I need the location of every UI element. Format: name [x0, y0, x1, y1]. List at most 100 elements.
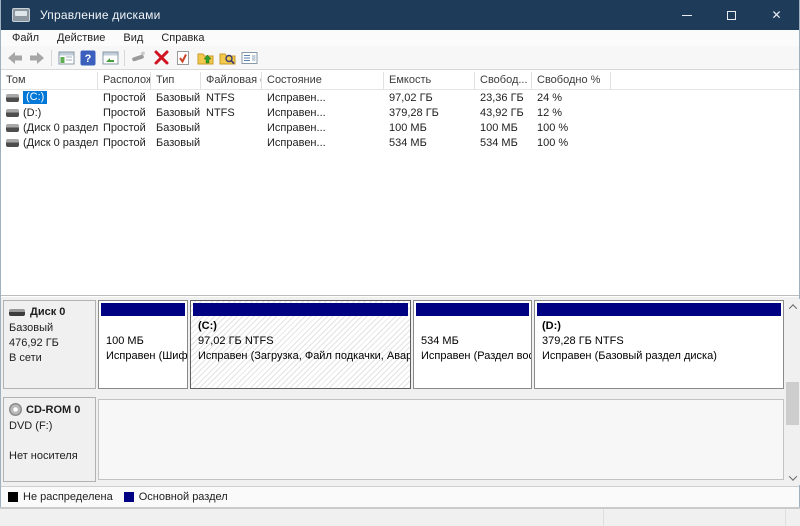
column-header-filesystem[interactable]: Файловая с... [201, 72, 262, 89]
free-pct-cell: 24 % [532, 92, 611, 104]
capacity-cell: 100 МБ [384, 122, 475, 134]
toolbar: ? [1, 46, 799, 70]
task-check-icon [176, 50, 190, 66]
console-window-icon [102, 51, 119, 65]
table-header: Том Располож... Тип Файловая с... Состоя… [1, 72, 799, 90]
disk0-label[interactable]: Диск 0 Базовый 476,92 ГБ В сети [3, 300, 96, 389]
folder-search-button[interactable] [216, 47, 238, 69]
cdrom-label[interactable]: CD-ROM 0 DVD (F:) Нет носителя [3, 397, 96, 482]
status-cell: Исправен... [262, 122, 384, 134]
hdd-icon [6, 124, 19, 132]
partition-size: 100 МБ [106, 334, 185, 349]
partition-efi[interactable]: 100 МБ Исправен (Шиф [98, 300, 188, 389]
svg-text:?: ? [85, 53, 92, 65]
close-button[interactable]: ✕ [754, 0, 799, 30]
column-header-layout[interactable]: Располож... [98, 72, 151, 89]
free-cell: 43,92 ГБ [475, 107, 532, 119]
tool-button[interactable] [128, 47, 150, 69]
delete-volume-button[interactable] [150, 47, 172, 69]
column-header-type[interactable]: Тип [151, 72, 201, 89]
cdrom-media-area[interactable] [98, 399, 784, 480]
partition-c[interactable]: (C:) 97,02 ГБ NTFS Исправен (Загрузка, Ф… [190, 300, 411, 389]
chevron-down-icon [788, 472, 796, 480]
table-row[interactable]: (D:) Простой Базовый NTFS Исправен... 37… [1, 105, 799, 120]
free-cell: 534 МБ [475, 137, 532, 149]
help-button[interactable]: ? [77, 47, 99, 69]
back-icon [6, 51, 24, 65]
maximize-icon [727, 11, 736, 20]
partition-color-bar [101, 303, 185, 316]
folder-up-button[interactable] [194, 47, 216, 69]
column-header-capacity[interactable]: Емкость [384, 72, 475, 89]
cdrom-drive: DVD (F:) [9, 419, 91, 434]
column-header-volume[interactable]: Том [1, 72, 98, 89]
forward-button[interactable] [26, 47, 48, 69]
volume-name: (Диск 0 раздел 1) [23, 122, 98, 134]
volume-cell: (C:) [1, 91, 98, 104]
menu-action[interactable]: Действие [48, 30, 114, 46]
partition-d[interactable]: (D:) 379,28 ГБ NTFS Исправен (Базовый ра… [534, 300, 784, 389]
properties-button[interactable] [238, 47, 260, 69]
table-row[interactable]: (C:) Простой Базовый NTFS Исправен... 97… [1, 90, 799, 105]
filesystem-cell: NTFS [201, 107, 262, 119]
menu-file[interactable]: Файл [3, 30, 48, 46]
console-tree-icon [58, 51, 75, 65]
divider [785, 509, 786, 526]
capacity-cell: 97,02 ГБ [384, 92, 475, 104]
legend-item-primary: Основной раздел [124, 491, 228, 503]
column-header-status[interactable]: Состояние [262, 72, 384, 89]
layout-cell: Простой [98, 122, 151, 134]
partition-recovery[interactable]: 534 МБ Исправен (Раздел вос [413, 300, 532, 389]
disk0-type: Базовый [9, 321, 91, 336]
legend-label: Не распределена [23, 491, 113, 503]
minimize-icon [682, 15, 692, 16]
disk0-partitions: 100 МБ Исправен (Шиф (C:) 97,02 ГБ NTFS … [98, 300, 784, 389]
layout-cell: Простой [98, 137, 151, 149]
task-check-button[interactable] [172, 47, 194, 69]
maximize-button[interactable] [709, 0, 754, 30]
capacity-cell: 534 МБ [384, 137, 475, 149]
volume-cell: (Диск 0 раздел 4) [1, 137, 98, 149]
legend-label: Основной раздел [139, 491, 228, 503]
partition-title [421, 319, 529, 334]
filesystem-cell: NTFS [201, 92, 262, 104]
status-cell: Исправен... [262, 107, 384, 119]
partition-title [106, 319, 185, 334]
partition-size: 534 МБ [421, 334, 529, 349]
tool-icon [130, 51, 148, 65]
type-cell: Базовый [151, 107, 201, 119]
free-cell: 100 МБ [475, 122, 532, 134]
back-button[interactable] [4, 47, 26, 69]
menu-view[interactable]: Вид [114, 30, 152, 46]
console-tree-button[interactable] [55, 47, 77, 69]
partition-color-bar [537, 303, 781, 316]
folder-search-icon [219, 50, 236, 65]
hdd-icon [6, 139, 19, 147]
disk0-size: 476,92 ГБ [9, 336, 91, 351]
primary-partition-swatch [124, 492, 134, 502]
divider [603, 509, 604, 526]
partition-status: Исправен (Базовый раздел диска) [542, 349, 781, 364]
console-window-button[interactable] [99, 47, 121, 69]
table-row[interactable]: (Диск 0 раздел 4) Простой Базовый Исправ… [1, 135, 799, 150]
scroll-up-button[interactable] [785, 299, 800, 314]
properties-icon [241, 51, 258, 65]
partition-status: Исправен (Раздел вос [421, 349, 529, 364]
column-header-free[interactable]: Свобод... [475, 72, 532, 89]
folder-up-icon [197, 50, 214, 65]
chevron-up-icon [788, 304, 796, 312]
partition-color-bar [416, 303, 529, 316]
scrollbar-thumb[interactable] [786, 382, 799, 425]
app-icon [12, 8, 30, 22]
table-row[interactable]: (Диск 0 раздел 1) Простой Базовый Исправ… [1, 120, 799, 135]
delete-icon [154, 50, 169, 65]
bottom-strip [0, 507, 800, 526]
vertical-scrollbar[interactable] [785, 299, 800, 485]
disk-management-window: Управление дисками ✕ Файл Действие Вид С… [0, 0, 800, 507]
scroll-down-button[interactable] [785, 470, 800, 485]
title-bar: Управление дисками ✕ [1, 0, 799, 30]
column-header-free-pct[interactable]: Свободно % [532, 72, 611, 89]
type-cell: Базовый [151, 122, 201, 134]
menu-help[interactable]: Справка [152, 30, 213, 46]
minimize-button[interactable] [664, 0, 709, 30]
